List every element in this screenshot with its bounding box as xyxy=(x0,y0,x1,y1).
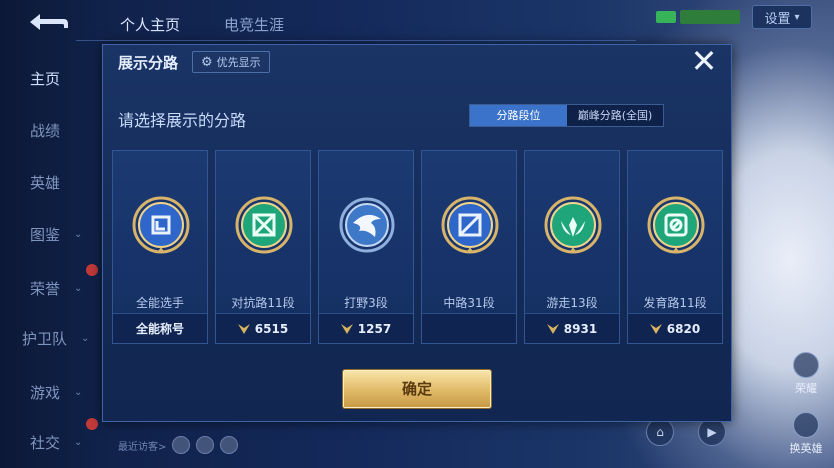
side-item-home[interactable]: 主页 xyxy=(30,68,60,89)
side-item-game[interactable]: 游戏 ⌄ xyxy=(30,382,82,403)
chevron-down-icon: ▾ xyxy=(794,11,800,23)
chevron-down-icon: ⌄ xyxy=(74,229,83,240)
lane-name: 对抗路11段 xyxy=(231,296,295,310)
lane-footer: 6820 xyxy=(628,313,722,343)
status-icon xyxy=(656,11,676,23)
change-hero-label: 换英雄 xyxy=(789,442,823,455)
chevron-down-icon: ⌄ xyxy=(74,283,83,294)
tab-esports[interactable]: 电竞生涯 xyxy=(224,14,284,35)
lane-card-mid[interactable]: 中路31段 100 xyxy=(421,150,517,344)
rank-points-icon xyxy=(546,323,559,334)
tab-profile[interactable]: 个人主页 xyxy=(120,14,180,35)
gear-icon: ⚙ xyxy=(201,54,213,70)
side-item-record[interactable]: 战绩 xyxy=(30,120,60,141)
rank-points-icon xyxy=(340,323,353,334)
change-hero-button[interactable]: 换英雄 xyxy=(788,412,824,456)
settings-button[interactable]: 设置 ▾ xyxy=(752,5,812,29)
jungle-emblem-icon xyxy=(339,197,395,253)
rank-points-icon xyxy=(237,323,250,334)
tab-lane-rank[interactable]: 分路段位 xyxy=(470,105,567,126)
side-item-codex[interactable]: 图鉴 ⌄ xyxy=(30,224,82,245)
close-icon[interactable]: ✕ xyxy=(688,45,720,78)
lane-footer: 全能称号 xyxy=(113,313,207,343)
status-badge xyxy=(656,8,746,26)
lane-footer xyxy=(422,313,516,343)
home-icon[interactable]: ⌂ xyxy=(646,418,674,446)
avatar[interactable] xyxy=(172,436,191,454)
lane-name: 打野3段 xyxy=(344,296,388,310)
dialog-title: 展示分路 xyxy=(118,54,179,72)
priority-display-button[interactable]: ⚙ 优先显示 xyxy=(192,51,270,73)
chevron-down-icon: ⌄ xyxy=(74,437,83,448)
lane-card-clash[interactable]: 对抗路11段 6515 xyxy=(215,150,311,344)
side-item-honor[interactable]: 荣誉 ⌄ xyxy=(30,278,82,299)
new-badge xyxy=(86,418,98,430)
lane-footer-value: 6820 xyxy=(666,321,701,336)
clash-lane-emblem-icon xyxy=(235,196,293,254)
side-item-label: 社交 xyxy=(30,434,61,452)
lane-card-farm[interactable]: 发育路11段 6820 xyxy=(627,150,723,344)
segment-control: 分路段位 巅峰分路(全国) xyxy=(469,104,664,127)
all-round-emblem-icon xyxy=(132,196,190,254)
lane-card-jungle[interactable]: 打野3段 1257 xyxy=(318,150,414,344)
side-item-heroes[interactable]: 英雄 xyxy=(30,172,60,193)
roam-emblem-icon xyxy=(544,196,602,254)
avatar[interactable] xyxy=(220,436,239,454)
dialog-subtitle: 请选择展示的分路 xyxy=(118,111,247,130)
lane-footer-value: 1257 xyxy=(357,321,392,336)
status-bar xyxy=(680,10,740,24)
lane-footer-value: 全能称号 xyxy=(135,322,184,336)
tab-peak-lane[interactable]: 巅峰分路(全国) xyxy=(567,105,663,126)
side-item-label: 英雄 xyxy=(30,174,61,192)
lane-footer-value: 8931 xyxy=(563,321,598,336)
lane-card-roam[interactable]: 游走13段 8931 xyxy=(524,150,620,344)
play-icon[interactable]: ▶ xyxy=(698,418,726,446)
lane-name: 发育路11段 xyxy=(643,296,707,310)
side-item-guard[interactable]: 护卫队 ⌄ xyxy=(22,328,89,349)
priority-label: 优先显示 xyxy=(216,56,261,69)
lane-footer-value: 6515 xyxy=(254,321,289,336)
settings-label: 设置 xyxy=(764,11,791,27)
recent-visitors[interactable]: 最近访客> xyxy=(118,436,239,454)
lane-footer: 1257 xyxy=(319,313,413,343)
lane-card-all-round[interactable]: 全能选手 全能称号 xyxy=(112,150,208,344)
side-item-label: 荣誉 xyxy=(30,280,61,298)
lane-name: 全能选手 xyxy=(135,296,184,310)
side-item-label: 游戏 xyxy=(30,384,61,402)
side-item-label: 护卫队 xyxy=(22,330,68,348)
lane-name: 游走13段 xyxy=(546,296,598,310)
side-item-social[interactable]: 社交 ⌄ xyxy=(30,432,82,453)
avatar[interactable] xyxy=(196,436,215,454)
honor-label: 荣耀 xyxy=(795,382,817,395)
honor-button[interactable]: 荣耀 xyxy=(788,352,824,396)
honor-icon xyxy=(793,352,819,378)
mid-lane-emblem-icon xyxy=(441,196,499,254)
side-item-label: 战绩 xyxy=(30,122,61,140)
lane-footer: 8931 xyxy=(525,313,619,343)
back-icon[interactable] xyxy=(24,10,72,34)
lane-name: 中路31段 xyxy=(443,296,495,310)
recent-visitors-label: 最近访客> xyxy=(118,441,167,453)
hero-icon xyxy=(793,412,819,438)
confirm-button[interactable]: 确定 xyxy=(343,370,491,408)
side-item-label: 主页 xyxy=(30,70,61,88)
chevron-down-icon: ⌄ xyxy=(81,333,90,344)
chevron-down-icon: ⌄ xyxy=(74,387,83,398)
farm-lane-emblem-icon xyxy=(647,196,705,254)
side-item-label: 图鉴 xyxy=(30,226,61,244)
rank-points-icon xyxy=(649,323,662,334)
lane-footer: 6515 xyxy=(216,313,310,343)
new-badge xyxy=(86,264,98,276)
